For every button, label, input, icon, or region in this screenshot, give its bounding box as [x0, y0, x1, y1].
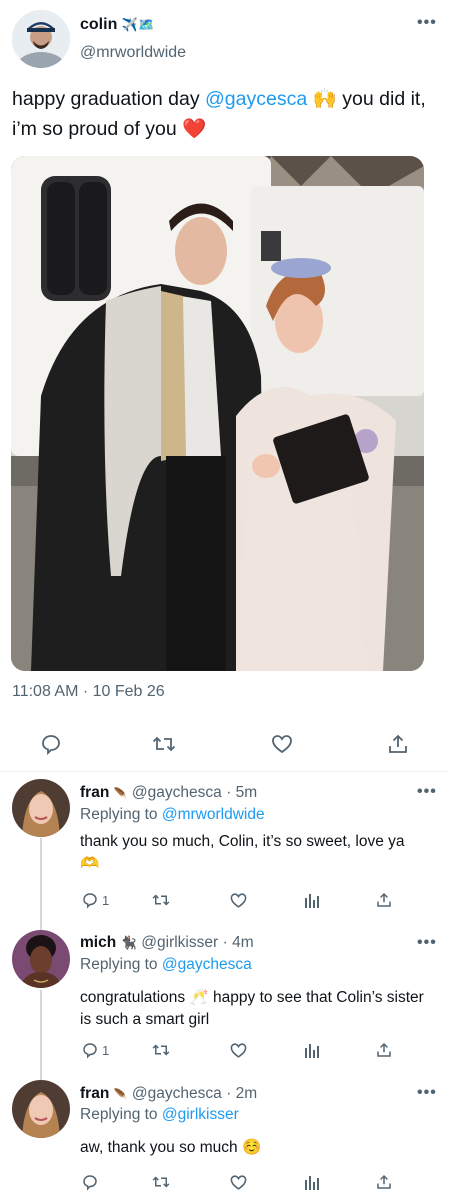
retweet-icon[interactable]: [150, 889, 172, 911]
retweet-icon[interactable]: [150, 1171, 172, 1193]
retweet-icon[interactable]: [150, 1039, 172, 1061]
mention-link[interactable]: @gaycesca: [205, 88, 307, 110]
analytics-icon[interactable]: [301, 1171, 323, 1193]
retweet-icon[interactable]: [151, 731, 177, 757]
analytics-icon[interactable]: [301, 1039, 323, 1061]
tweet-photo[interactable]: [11, 156, 424, 671]
reply-handle[interactable]: @gaychesca: [132, 784, 222, 801]
avatar[interactable]: [12, 1080, 70, 1138]
reply-actions: 1: [0, 1037, 449, 1065]
more-icon[interactable]: •••: [417, 783, 437, 801]
divider: [0, 771, 449, 772]
hands-emoji: 🙌: [312, 88, 337, 110]
reply-handle[interactable]: @girlkisser: [141, 934, 218, 951]
reply-time[interactable]: · 4m: [223, 934, 254, 951]
avatar[interactable]: [12, 10, 70, 68]
reply-text: aw, thank you so much ☺️: [80, 1139, 262, 1156]
like-icon[interactable]: [269, 731, 295, 757]
reply-badge: 🪶: [113, 1089, 128, 1101]
tweet-text: happy graduation day @gaycesca 🙌 you did…: [12, 84, 438, 144]
author-name[interactable]: colin: [80, 16, 117, 33]
reply-badge: 🐈‍⬛: [120, 935, 137, 950]
reply-icon[interactable]: [80, 1039, 100, 1061]
reply-time[interactable]: · 5m: [226, 784, 257, 801]
reply-time[interactable]: · 2m: [226, 1085, 257, 1102]
tweet-actions: [0, 725, 449, 763]
reply-count: 1: [102, 893, 110, 908]
replying-label: Replying to: [80, 956, 162, 973]
thread-line: [40, 838, 42, 930]
tweet-text-part: happy graduation day: [12, 88, 205, 110]
replying-mention[interactable]: @mrworldwide: [162, 806, 265, 823]
heart-emoji: ❤️: [182, 118, 207, 140]
replying-label: Replying to: [80, 1106, 162, 1123]
reply-actions: [0, 1169, 449, 1195]
reply-actions: 1: [0, 887, 449, 915]
share-icon[interactable]: [385, 731, 411, 757]
analytics-icon[interactable]: [301, 889, 323, 911]
tweet-timestamp[interactable]: 11:08 AM · 10 Feb 26: [12, 683, 165, 701]
more-icon[interactable]: •••: [417, 14, 437, 32]
reply-author-name[interactable]: fran: [80, 1085, 109, 1102]
reply-count: 1: [102, 1043, 110, 1058]
avatar[interactable]: [12, 930, 70, 988]
author-handle[interactable]: @mrworldwide: [80, 44, 186, 62]
share-icon[interactable]: [373, 1039, 395, 1061]
like-icon[interactable]: [227, 889, 249, 911]
replying-mention[interactable]: @girlkisser: [162, 1106, 239, 1123]
reply-badge: 🪶: [113, 788, 128, 800]
share-icon[interactable]: [373, 889, 395, 911]
avatar[interactable]: [12, 779, 70, 837]
reply-text: thank you so much, Colin, it’s so sweet,…: [80, 833, 405, 872]
more-icon[interactable]: •••: [417, 1084, 437, 1102]
reply-text: congratulations 🥂 happy to see that Coli…: [80, 989, 424, 1028]
reply-handle[interactable]: @gaychesca: [132, 1085, 222, 1102]
replying-mention[interactable]: @gaychesca: [162, 956, 252, 973]
reply-icon[interactable]: [38, 731, 64, 757]
like-icon[interactable]: [227, 1171, 249, 1193]
reply-icon[interactable]: [80, 1171, 100, 1193]
more-icon[interactable]: •••: [417, 934, 437, 952]
reply-author-name[interactable]: fran: [80, 784, 109, 801]
name-emojis: ✈️🗺️: [121, 17, 155, 32]
like-icon[interactable]: [227, 1039, 249, 1061]
thread-line: [40, 990, 42, 1080]
replying-label: Replying to: [80, 806, 162, 823]
share-icon[interactable]: [373, 1171, 395, 1193]
reply-icon[interactable]: [80, 889, 100, 911]
reply-author-name[interactable]: mich: [80, 934, 116, 951]
